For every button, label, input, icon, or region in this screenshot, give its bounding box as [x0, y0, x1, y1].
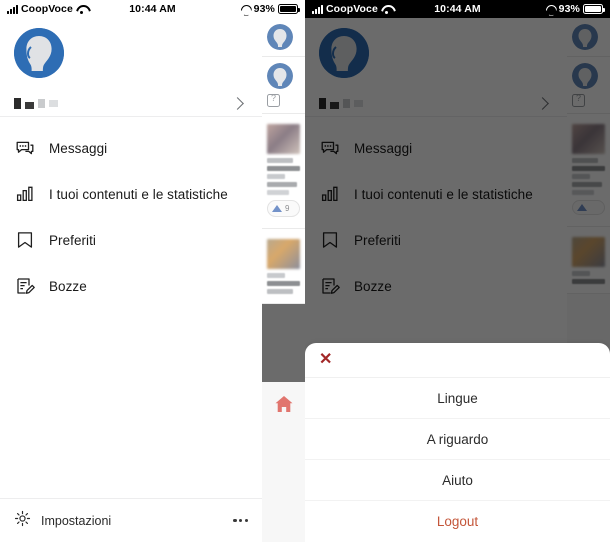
signal-bars-icon: [7, 4, 18, 14]
home-tab-button[interactable]: [262, 382, 305, 426]
redacted-text-line: [267, 281, 300, 286]
help-badge-icon: [267, 93, 280, 107]
background-feed-strip[interactable]: 9: [262, 18, 305, 542]
redacted-text-line: [267, 166, 300, 171]
bar-chart-icon: [14, 183, 36, 205]
side-drawer: Messaggi I tuoi contenuti e le statistic…: [0, 18, 262, 542]
wifi-icon: [76, 5, 87, 14]
sidebar-item-messaggi[interactable]: Messaggi: [0, 125, 262, 171]
feed-thumbnail: [267, 239, 300, 269]
right-phone-panel: Messaggi I tuoi contenuti e le statistic…: [305, 0, 610, 542]
carrier-name: CoopVoce: [21, 3, 73, 15]
headphones-icon: [546, 5, 556, 14]
status-time: 10:44 AM: [129, 3, 176, 15]
feed-gray-block: [262, 304, 305, 382]
action-sheet-item-aiuto[interactable]: Aiuto: [305, 460, 610, 501]
sidebar-item-label: Preferiti: [49, 232, 96, 248]
username-redacted: [14, 97, 58, 109]
redacted-text-line: [267, 273, 285, 278]
battery-percent: 93%: [558, 3, 580, 15]
feed-card[interactable]: 9: [262, 114, 305, 229]
feed-card[interactable]: [262, 57, 305, 114]
gear-icon: [14, 510, 31, 532]
sidebar-item-label: Bozze: [49, 278, 87, 294]
feed-card[interactable]: [262, 18, 305, 57]
ellipsis-icon[interactable]: [233, 518, 248, 523]
feed-thumbnail: [267, 124, 300, 154]
settings-label: Impostazioni: [41, 513, 112, 528]
redacted-text-line: [267, 174, 285, 179]
profile-avatar-icon[interactable]: [14, 28, 64, 78]
redacted-text-line: [267, 182, 297, 187]
close-x-icon[interactable]: ✕: [319, 352, 332, 368]
profile-header[interactable]: [0, 18, 262, 116]
wifi-icon: [381, 5, 392, 14]
drawer-menu: Messaggi I tuoi contenuti e le statistic…: [0, 117, 262, 498]
bookmark-icon: [14, 229, 36, 251]
upvote-count: 9: [285, 204, 290, 213]
battery-icon: [583, 4, 605, 14]
action-sheet-item-a-riguardo[interactable]: A riguardo: [305, 419, 610, 460]
action-sheet-header: ✕: [305, 343, 610, 378]
sidebar-item-bozze[interactable]: Bozze: [0, 263, 262, 309]
redacted-text-line: [267, 158, 293, 163]
screenshot-stage: 9: [0, 0, 610, 542]
username-row[interactable]: [14, 78, 248, 116]
action-sheet-item-lingue[interactable]: Lingue: [305, 378, 610, 419]
draft-edit-icon: [14, 275, 36, 297]
battery-percent: 93%: [253, 3, 275, 15]
upvote-chip[interactable]: 9: [267, 200, 300, 217]
settings-bar: Impostazioni: [0, 498, 262, 542]
status-bar-left: CoopVoce 10:44 AM 93%: [0, 0, 305, 18]
feed-avatar-icon: [267, 63, 293, 89]
sidebar-item-label: Messaggi: [49, 140, 108, 156]
left-phone-panel: 9: [0, 0, 305, 542]
status-time: 10:44 AM: [434, 3, 481, 15]
battery-icon: [278, 4, 300, 14]
feed-avatar-icon: [267, 24, 293, 50]
action-sheet: ✕ Lingue A riguardo Aiuto Logout: [305, 343, 610, 542]
status-bar-right: CoopVoce 10:44 AM 93%: [305, 0, 610, 18]
sidebar-item-preferiti[interactable]: Preferiti: [0, 217, 262, 263]
settings-button[interactable]: Impostazioni: [14, 510, 111, 532]
sidebar-item-contenuti-statistiche[interactable]: I tuoi contenuti e le statistiche: [0, 171, 262, 217]
chevron-right-icon[interactable]: [231, 96, 244, 110]
headphones-icon: [241, 5, 251, 14]
redacted-text-line: [267, 190, 289, 195]
redacted-text-line: [267, 289, 293, 294]
action-sheet-item-logout[interactable]: Logout: [305, 501, 610, 542]
sidebar-item-label: I tuoi contenuti e le statistiche: [49, 186, 228, 202]
feed-card[interactable]: [262, 229, 305, 304]
upvote-arrow-icon: [272, 205, 282, 212]
carrier-name: CoopVoce: [326, 3, 378, 15]
chat-bubble-icon: [14, 137, 36, 159]
signal-bars-icon: [312, 4, 323, 14]
home-icon: [275, 396, 292, 412]
